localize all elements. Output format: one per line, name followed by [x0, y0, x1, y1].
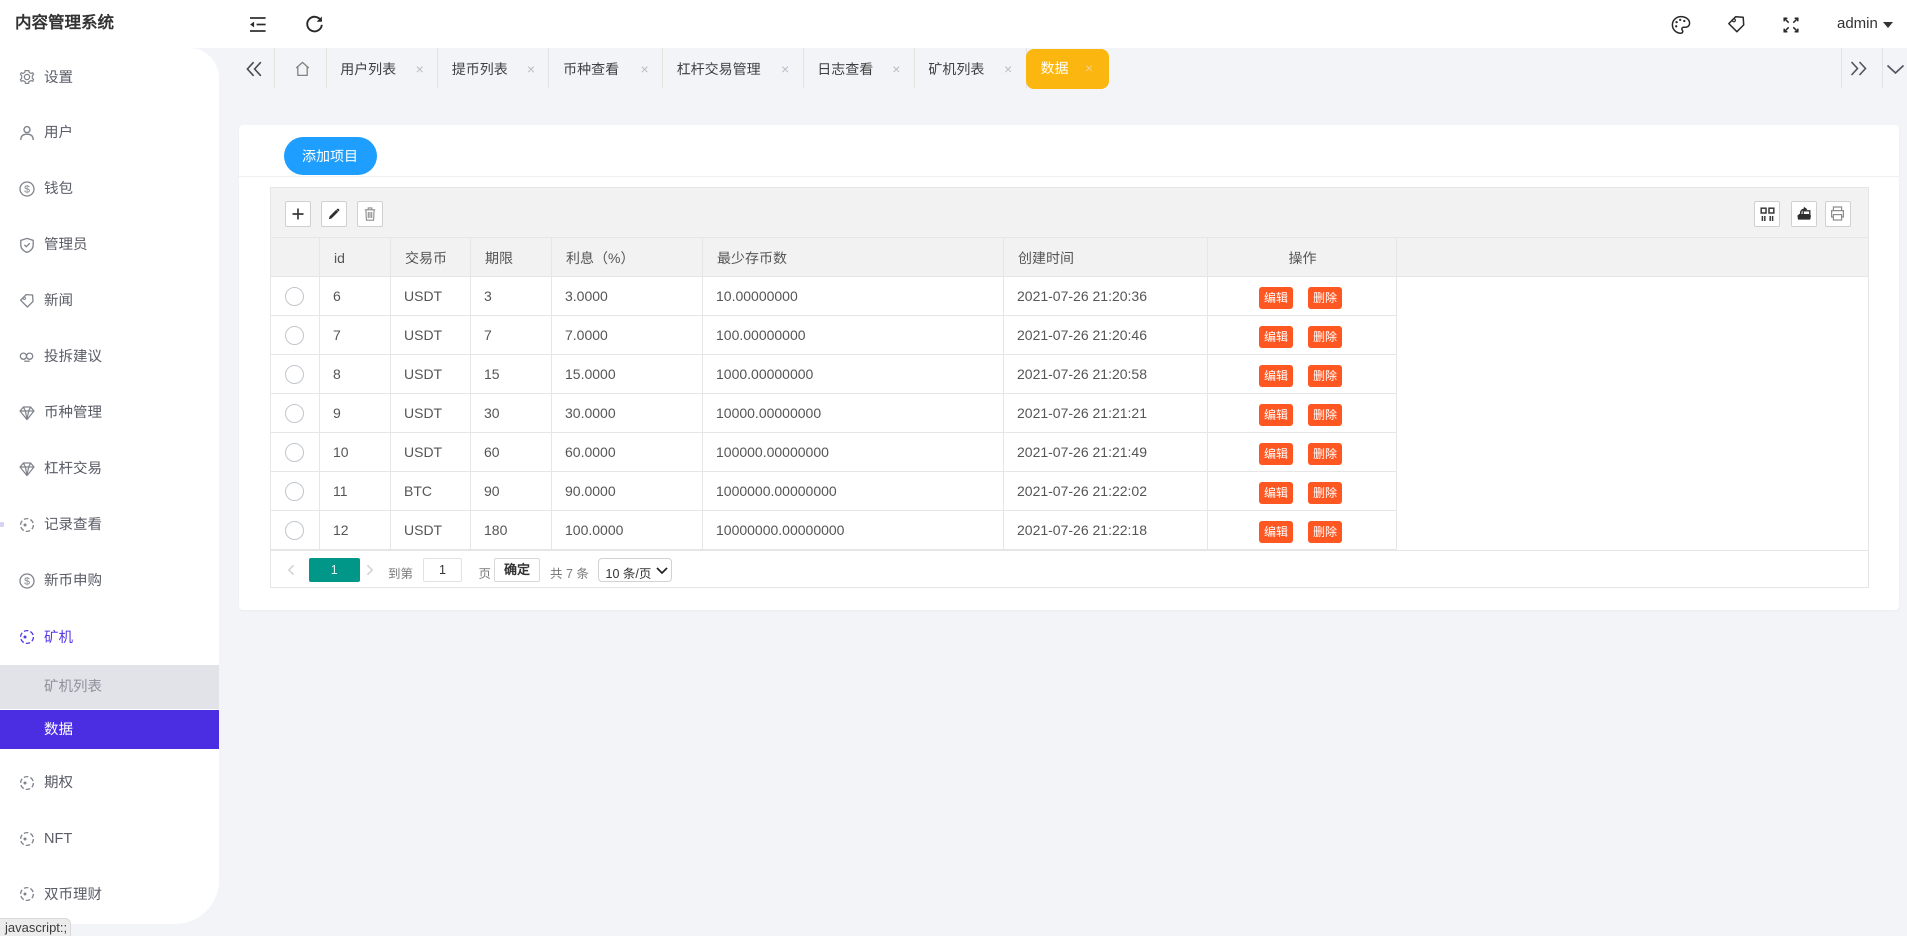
- svg-text:$: $: [24, 183, 30, 195]
- svg-text:$: $: [24, 575, 30, 587]
